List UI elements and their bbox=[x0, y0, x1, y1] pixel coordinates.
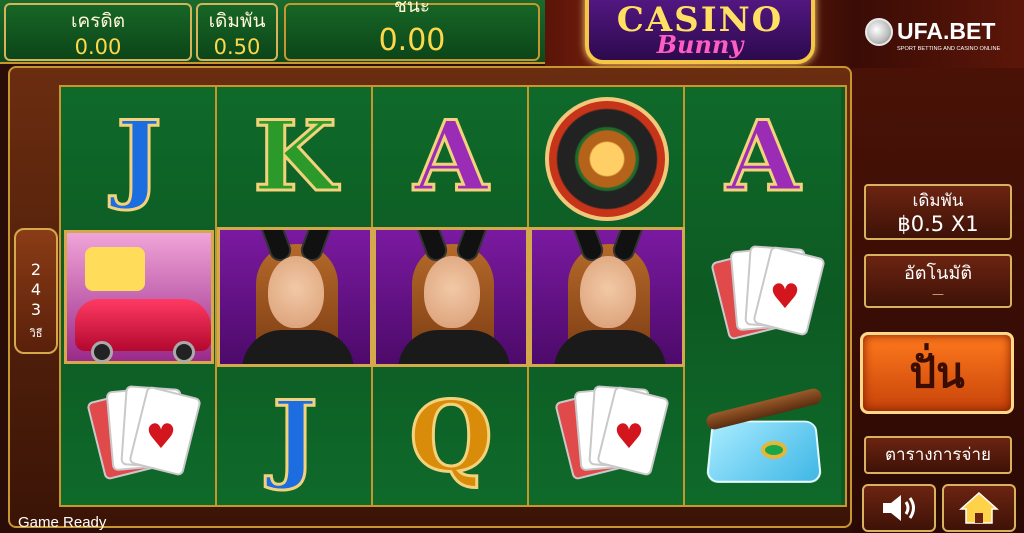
win-value: 0.00 bbox=[378, 23, 446, 58]
sound-button[interactable] bbox=[862, 484, 936, 532]
bunny-face bbox=[424, 256, 480, 328]
vegas-sign-icon bbox=[85, 247, 145, 291]
heart-icon: ♥ bbox=[769, 277, 801, 317]
heart-icon: ♥ bbox=[613, 417, 645, 457]
bet-selector-title: เดิมพัน bbox=[912, 191, 964, 211]
logo-word-bunny: Bunny bbox=[656, 30, 744, 59]
reel-1: J ♥ bbox=[61, 87, 217, 505]
symbol-q: Q bbox=[408, 380, 495, 493]
credit-label: เครดิต bbox=[70, 10, 126, 32]
reel-3: A Q bbox=[373, 87, 529, 505]
soccer-ball-icon bbox=[865, 18, 893, 46]
win-display: ชนะ 0.00 bbox=[284, 0, 540, 61]
autoplay-value: — bbox=[932, 287, 944, 301]
heart-icon: ♥ bbox=[145, 417, 177, 457]
symbol-cell: A bbox=[373, 87, 529, 227]
ways-count: 243 bbox=[30, 260, 42, 319]
symbol-cell: ♥ bbox=[685, 227, 841, 367]
brand-logo: UFA.BET SPORT BETTING AND CASINO ONLINE bbox=[855, 0, 1024, 68]
wheel-icon bbox=[173, 341, 195, 363]
symbol-j: J bbox=[271, 380, 319, 493]
brand-name: UFA.BET bbox=[897, 18, 996, 44]
symbol-j: J bbox=[115, 100, 163, 213]
reel-2: K J bbox=[217, 87, 373, 505]
credit-value: 0.00 bbox=[74, 35, 122, 59]
symbol-las-vegas-limo bbox=[64, 230, 214, 364]
control-panel: เดิมพัน ฿0.5 X1 อัตโนมัติ — ปั่น ตารางกา… bbox=[852, 68, 1024, 533]
wheel-icon bbox=[91, 341, 113, 363]
home-button[interactable] bbox=[942, 484, 1016, 532]
ways-label: วิธี bbox=[29, 327, 43, 340]
symbol-bunny-girl bbox=[217, 227, 373, 367]
bunny-face bbox=[580, 256, 636, 328]
symbol-cell: J bbox=[217, 367, 373, 507]
brand-tagline: SPORT BETTING AND CASINO ONLINE bbox=[897, 46, 1001, 52]
bunny-face bbox=[268, 256, 324, 328]
symbol-cell: ♥ bbox=[529, 367, 685, 507]
speaker-icon bbox=[883, 495, 915, 521]
info-bar: เครดิต 0.00 เดิมพัน 0.50 ชนะ 0.00 bbox=[0, 0, 545, 64]
symbol-a: A bbox=[412, 100, 490, 213]
spin-label: ปั่น bbox=[909, 348, 965, 397]
symbol-k: K bbox=[252, 100, 338, 213]
symbol-cell bbox=[61, 227, 217, 367]
home-icon bbox=[959, 491, 999, 524]
symbol-cards-hearts: ♥ bbox=[710, 245, 826, 349]
ways-badge: 243 วิธี bbox=[14, 228, 58, 354]
autoplay-title: อัตโนมัติ bbox=[903, 263, 973, 284]
symbol-cigar-ashtray bbox=[703, 386, 824, 487]
symbol-a: A bbox=[724, 100, 802, 213]
paytable-button[interactable]: ตารางการจ่าย bbox=[864, 436, 1012, 474]
ring-icon bbox=[761, 441, 787, 459]
bet-selector-amount: ฿0.5 X1 bbox=[897, 212, 979, 236]
game-status-text: Game Ready bbox=[18, 514, 107, 531]
symbol-cell: K bbox=[217, 87, 373, 227]
symbol-cell bbox=[685, 367, 841, 507]
win-label: ชนะ bbox=[393, 0, 431, 17]
reel-5: A ♥ bbox=[685, 87, 841, 505]
reel-4: ♥ bbox=[529, 87, 685, 505]
symbol-cell: A bbox=[685, 87, 841, 227]
symbol-cell bbox=[529, 87, 685, 227]
game-logo-area: CASINO Bunny bbox=[545, 0, 855, 68]
symbol-cell: Q bbox=[373, 367, 529, 507]
reel-grid: J ♥ K J A Q ♥ A ♥ bbox=[59, 85, 847, 507]
casino-bunny-logo: CASINO Bunny bbox=[585, 0, 815, 64]
symbol-cards-hearts: ♥ bbox=[554, 385, 670, 489]
bet-value: 0.50 bbox=[213, 35, 261, 59]
symbol-cell: ♥ bbox=[61, 367, 217, 507]
symbol-cell: J bbox=[61, 87, 217, 227]
credit-display: เครดิต 0.00 bbox=[4, 3, 192, 61]
symbol-cards-hearts: ♥ bbox=[86, 385, 202, 489]
bet-label: เดิมพัน bbox=[208, 10, 266, 32]
bet-selector-button[interactable]: เดิมพัน ฿0.5 X1 bbox=[864, 184, 1012, 240]
bet-display: เดิมพัน 0.50 bbox=[196, 3, 278, 61]
symbol-roulette-wheel bbox=[545, 97, 669, 221]
symbol-bunny-girl bbox=[373, 227, 529, 367]
autoplay-button[interactable]: อัตโนมัติ — bbox=[864, 254, 1012, 308]
spin-button[interactable]: ปั่น bbox=[860, 332, 1014, 414]
symbol-bunny-girl bbox=[529, 227, 685, 367]
